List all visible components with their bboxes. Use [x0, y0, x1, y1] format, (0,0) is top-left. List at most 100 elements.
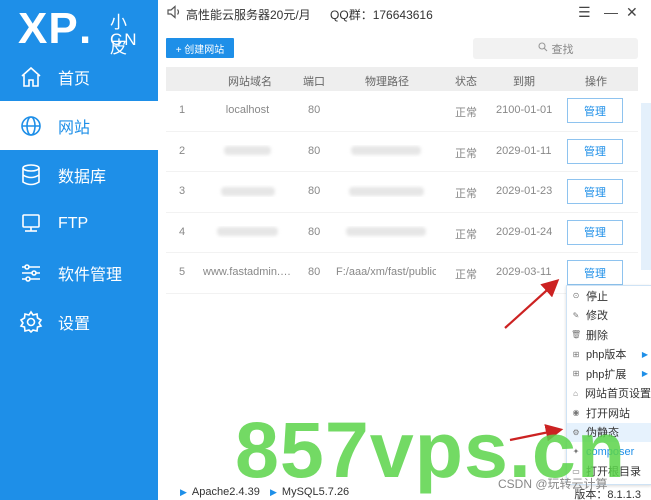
row-port: 80: [308, 185, 321, 198]
redacted-path: [346, 227, 426, 237]
manage-button[interactable]: 管理: [567, 138, 623, 164]
header-expiry: 到期: [513, 76, 535, 88]
row-index: 3: [179, 185, 186, 198]
globe-icon: [18, 113, 44, 139]
stop-icon: ⊙: [572, 291, 580, 301]
redacted-path: [351, 146, 421, 156]
sidebar-nav: 首页网站数据库 FTP 软件管理设置: [0, 52, 158, 346]
row-index: 4: [179, 225, 186, 238]
search-placeholder: 查找: [551, 43, 574, 56]
scrollbar[interactable]: [641, 103, 651, 270]
row-expiry: 2029-01-24: [496, 225, 553, 238]
row-domain: [203, 226, 292, 238]
manage-button[interactable]: 管理: [567, 179, 623, 205]
sidebar-item-label: FTP: [58, 214, 89, 232]
submenu-arrow-icon: ▶: [641, 349, 648, 359]
row-port: 80: [308, 144, 321, 157]
minimize-icon[interactable]: —: [604, 4, 618, 20]
row-port: 80: [308, 225, 321, 238]
row-status: 正常: [455, 147, 477, 160]
row-path: [336, 226, 436, 238]
close-icon[interactable]: ✕: [626, 4, 638, 21]
notice-text: 高性能云服务器20元/月: [186, 8, 311, 22]
table-row: 2 80 正常 2029-01-11 管理: [166, 132, 638, 173]
header-domain: 网站域名: [228, 76, 272, 88]
row-domain: [203, 145, 292, 157]
sliders-icon: [18, 260, 44, 286]
manage-button[interactable]: 管理: [567, 260, 623, 286]
play-icon: ▶: [270, 487, 277, 497]
row-path: [336, 185, 436, 197]
sidebar-item-5[interactable]: 设置: [0, 297, 158, 346]
ftp-icon: [18, 211, 44, 237]
apache-status[interactable]: ▶ Apache2.4.39: [180, 486, 260, 498]
menu-item-label: php版本: [586, 349, 627, 362]
manage-button[interactable]: 管理: [567, 219, 623, 245]
sidebar-item-4[interactable]: 软件管理: [0, 248, 158, 297]
table-row: 1 localhost 80 正常 2100-01-01 管理: [166, 91, 638, 132]
sidebar-item-label: 首页: [58, 70, 91, 88]
create-website-button[interactable]: + 创建网站: [166, 38, 234, 58]
header-port: 端口: [303, 76, 325, 88]
menu-item-5[interactable]: ⌂ 网站首页设置: [567, 384, 651, 404]
sidebar-item-2[interactable]: 数据库: [0, 150, 158, 199]
php-icon: ⊞: [572, 349, 580, 359]
submenu-arrow-icon: ▶: [641, 369, 648, 378]
menu-item-2[interactable]: 🗑 删除: [567, 325, 651, 345]
menu-item-label: php扩展: [586, 368, 627, 381]
sidebar: XP . 小皮 CN 首页 网站 数据库 FTP 软件管理 设置: [0, 0, 158, 500]
manage-button[interactable]: 管理: [567, 98, 623, 123]
row-expiry: 2029-01-11: [496, 144, 552, 157]
table-row: 3 80 正常 2029-01-23 管理: [166, 172, 638, 213]
mysql-label: MySQL5.7.26: [281, 486, 350, 498]
row-index: 5: [179, 266, 186, 279]
logo-dot: .: [79, 4, 92, 53]
play-icon: ▶: [180, 487, 187, 497]
sidebar-item-3[interactable]: FTP: [0, 199, 158, 248]
redacted-path: [348, 186, 424, 196]
gear-icon: [18, 309, 44, 335]
menu-item-4[interactable]: ⊞ php扩展 ▶: [567, 364, 651, 384]
home-setting-icon: ⌂: [573, 388, 578, 398]
qq-group: QQ群：176643616: [330, 8, 433, 22]
row-index: 1: [179, 104, 186, 116]
row-domain: [203, 185, 292, 197]
row-expiry: 2100-01-01: [496, 104, 553, 116]
row-expiry: 2029-01-23: [496, 185, 553, 198]
row-status: 正常: [455, 188, 477, 201]
sidebar-item-label: 网站: [58, 119, 91, 137]
sidebar-item-0[interactable]: 首页: [0, 52, 158, 101]
row-status: 正常: [455, 107, 477, 119]
header-action: 操作: [585, 76, 607, 88]
sidebar-item-label: 设置: [58, 315, 91, 333]
menu-icon[interactable]: ☰: [578, 4, 591, 21]
table-header: 网站域名 端口 物理路径 状态 到期 操作: [166, 67, 638, 91]
database-icon: [18, 162, 44, 188]
php-ext-icon: ⊞: [572, 369, 580, 379]
trash-icon: 🗑: [571, 330, 582, 340]
row-port: 80: [308, 104, 321, 116]
row-status: 正常: [455, 228, 477, 241]
logo-main: XP: [18, 4, 79, 53]
edit-icon: ✎: [572, 310, 580, 320]
apache-label: Apache2.4.39: [191, 486, 260, 498]
sidebar-item-1[interactable]: 网站: [0, 101, 158, 150]
speaker-icon: [167, 5, 183, 19]
csdn-watermark: CSDN @玩转云计算: [498, 477, 608, 491]
menu-item-0[interactable]: ⊙ 停止: [567, 286, 651, 306]
menu-item-label: 修改: [586, 310, 608, 323]
mysql-status[interactable]: ▶ MySQL5.7.26: [270, 486, 349, 498]
menu-item-1[interactable]: ✎ 修改: [567, 306, 651, 326]
search-input[interactable]: 查找: [473, 38, 638, 59]
row-domain: localhost: [225, 104, 270, 116]
top-notice[interactable]: 高性能云服务器20元/月 QQ群：176643616: [186, 6, 433, 23]
row-domain: www.fastadmin.c...: [203, 266, 292, 279]
row-port: 80: [308, 266, 321, 279]
row-status: 正常: [455, 269, 477, 282]
search-icon: [537, 42, 548, 55]
row-expiry: 2029-03-11: [496, 266, 552, 279]
home-icon: [18, 64, 44, 90]
sidebar-item-label: 软件管理: [58, 266, 123, 284]
row-path: [336, 145, 436, 157]
menu-item-3[interactable]: ⊞ php版本 ▶: [567, 345, 651, 365]
